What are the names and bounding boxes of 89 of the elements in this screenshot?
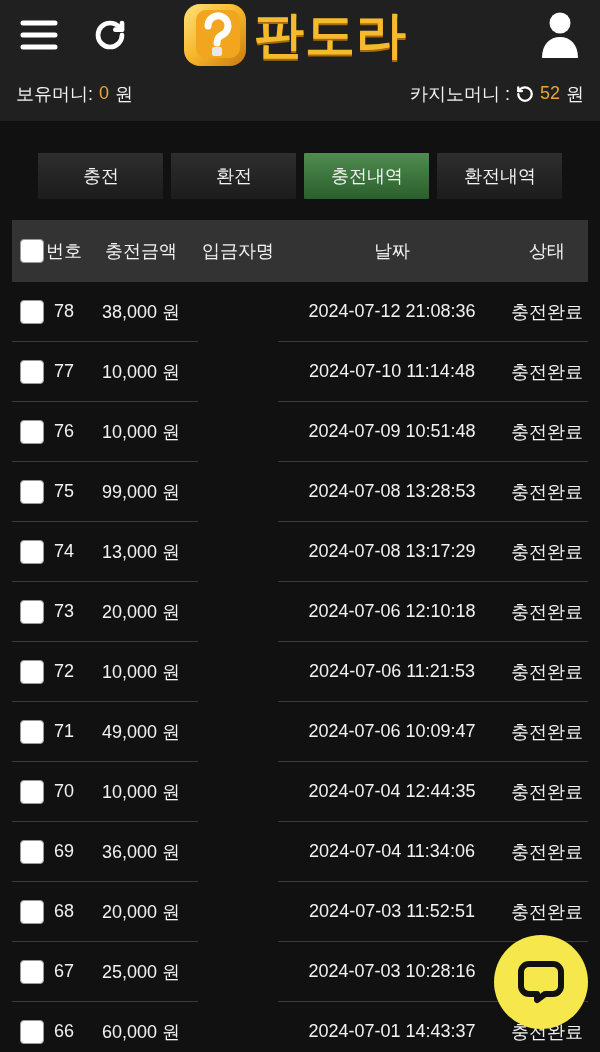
checkbox[interactable] — [20, 1019, 44, 1044]
date-cell: 2024-07-04 11:34:06 — [309, 841, 475, 862]
row-number: 74 — [54, 541, 74, 562]
amount-cell-text: 10,000 원 — [101, 420, 181, 444]
row-number: 76 — [54, 421, 74, 442]
column-header: 상태 — [528, 240, 566, 263]
row-number: 72 — [54, 661, 74, 682]
date-cell: 2024-07-06 10:09:47 — [308, 721, 476, 742]
date-cell: 2024-07-01 14:43:37 — [308, 1021, 476, 1042]
checkbox[interactable] — [20, 959, 44, 984]
amount-cell-text: 99,000 원 — [101, 480, 181, 504]
status-cell-text: 충전완료 — [511, 420, 583, 444]
logo-text: 판도라 — [253, 10, 407, 60]
tab[interactable]: 환전내역 — [437, 153, 562, 199]
status-cell-text: 충전완료 — [511, 900, 583, 924]
row-number: 68 — [54, 901, 74, 922]
amount-cell-text: 20,000 원 — [101, 600, 181, 624]
checkbox[interactable] — [20, 659, 44, 684]
checkbox[interactable] — [20, 599, 44, 624]
casino-label: 카지노머니 : — [409, 82, 510, 106]
status-cell-text: 충전완료 — [511, 720, 583, 744]
status-cell-text: 충전완료 — [511, 780, 583, 804]
row-number: 78 — [54, 301, 74, 322]
status-cell-text: 충전완료 — [511, 300, 583, 324]
amount-cell-text: 10,000 원 — [101, 660, 181, 684]
date-cell: 2024-07-08 13:17:29 — [308, 541, 476, 562]
row-number: 75 — [54, 481, 74, 502]
checkbox[interactable] — [20, 359, 44, 384]
column-header: 입금자명 — [201, 240, 275, 263]
amount-cell-text: 60,000 원 — [101, 1020, 181, 1044]
tab[interactable]: 환전 — [171, 153, 296, 199]
refresh-icon[interactable] — [515, 84, 534, 103]
row-number: 71 — [54, 721, 74, 742]
currency-unit: 원 — [566, 82, 584, 106]
row-number: 70 — [54, 781, 74, 802]
row-number: 69 — [54, 841, 74, 862]
wallet-amount: 0 — [99, 83, 110, 104]
question-box-icon — [181, 2, 248, 68]
user-button[interactable] — [542, 12, 578, 58]
date-cell: 2024-07-03 11:52:51 — [309, 901, 475, 922]
currency-unit: 원 — [115, 82, 134, 106]
date-cell: 2024-07-10 11:14:48 — [309, 361, 475, 382]
column-header: 번호 — [45, 240, 83, 263]
amount-cell-text: 13,000 원 — [101, 540, 181, 564]
date-cell: 2024-07-12 21:08:36 — [308, 301, 476, 322]
amount-cell-text: 25,000 원 — [101, 960, 181, 984]
checkbox[interactable] — [20, 239, 44, 263]
amount-cell-text: 10,000 원 — [101, 360, 181, 384]
amount-cell-text: 49,000 원 — [101, 720, 181, 744]
row-number: 77 — [54, 361, 74, 382]
amount-cell-text: 36,000 원 — [101, 840, 181, 864]
checkbox[interactable] — [20, 419, 44, 444]
tab[interactable]: 충전내역 — [304, 153, 429, 199]
column-header: 날짜 — [373, 240, 411, 263]
wallet-label: 보유머니: — [16, 82, 93, 106]
status-cell-text: 충전완료 — [511, 480, 583, 504]
refresh-button[interactable] — [94, 19, 126, 51]
menu-button[interactable] — [20, 20, 58, 50]
row-number: 66 — [54, 1021, 74, 1042]
status-cell-text: 충전완료 — [511, 540, 583, 564]
checkbox[interactable] — [20, 779, 44, 804]
date-cell: 2024-07-08 13:28:53 — [308, 481, 476, 502]
date-cell: 2024-07-06 11:21:53 — [309, 661, 475, 682]
checkbox[interactable] — [20, 479, 44, 504]
checkbox[interactable] — [20, 839, 44, 864]
date-cell: 2024-07-09 10:51:48 — [308, 421, 476, 442]
status-cell-text: 충전완료 — [511, 840, 583, 864]
checkbox[interactable] — [20, 719, 44, 744]
row-number: 73 — [54, 601, 74, 622]
chat-bubble-icon — [517, 960, 565, 1004]
tab[interactable]: 충전 — [38, 153, 163, 199]
status-cell-text: 충전완료 — [511, 600, 583, 624]
user-icon — [542, 12, 578, 58]
date-cell: 2024-07-06 12:10:18 — [308, 601, 476, 622]
casino-amount: 52 — [539, 83, 560, 104]
checkbox[interactable] — [20, 539, 44, 564]
date-cell: 2024-07-03 10:28:16 — [308, 961, 476, 982]
status-cell-text: 충전완료 — [511, 660, 583, 684]
checkbox[interactable] — [20, 899, 44, 924]
amount-cell-text: 20,000 원 — [101, 900, 181, 924]
amount-cell-text: 38,000 원 — [101, 300, 181, 324]
refresh-icon — [94, 19, 126, 51]
date-cell: 2024-07-04 12:44:35 — [308, 781, 476, 802]
column-header: 충전금액 — [104, 240, 178, 263]
status-cell-text: 충전완료 — [511, 360, 583, 384]
checkbox[interactable] — [20, 299, 44, 324]
row-number: 67 — [54, 961, 74, 982]
amount-cell-text: 10,000 원 — [101, 780, 181, 804]
menu-icon — [20, 20, 58, 50]
